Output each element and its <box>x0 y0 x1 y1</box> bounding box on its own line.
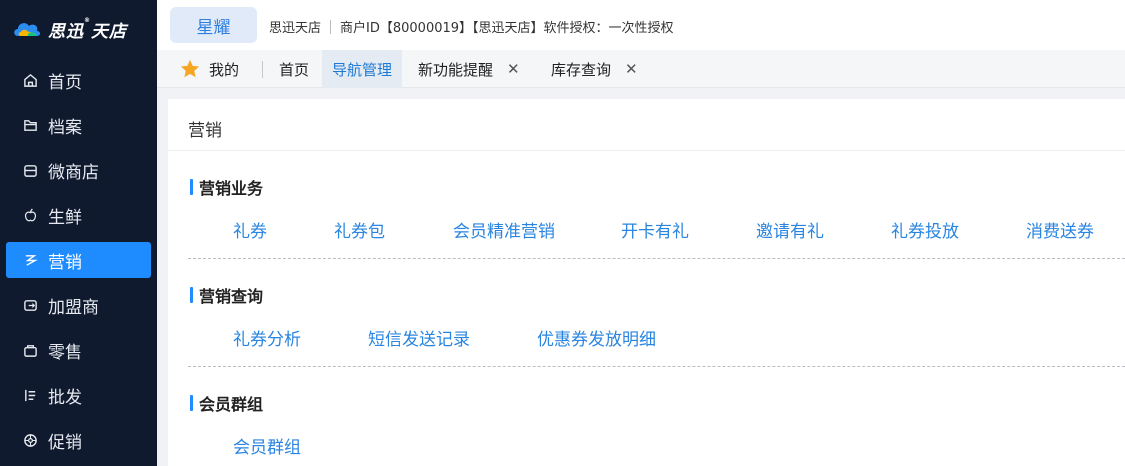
brand-tab[interactable]: 星耀 <box>170 7 257 43</box>
sidebar-item-label: 批发 <box>48 388 82 408</box>
folder-icon <box>22 118 38 134</box>
section-header-marketing-business: 营销业务 <box>190 175 263 199</box>
link-coupon-delivery[interactable]: 礼券投放 <box>891 217 959 242</box>
section-accent-bar <box>190 395 193 411</box>
promo-icon <box>22 433 38 449</box>
sidebar-nav: 首页 档案 微商店 生鲜 营销 加盟商 零售 批发 促销 <box>0 58 157 463</box>
sidebar-item-archive[interactable]: 档案 <box>0 103 157 148</box>
marketing-icon <box>22 252 38 268</box>
sidebar-item-label: 加盟商 <box>48 298 99 318</box>
tab-label: 我的 <box>209 60 240 79</box>
apple-icon <box>22 208 38 224</box>
shop-info: 思迅天店 商户ID【80000019】【思迅天店】软件授权：一次性授权 <box>269 17 674 36</box>
sidebar-item-label: 促销 <box>48 433 82 453</box>
divider <box>168 150 1125 151</box>
tab-label: 库存查询 <box>551 60 612 79</box>
logo-text-secondary: 天店 <box>91 21 127 42</box>
close-icon[interactable]: ✕ <box>625 60 638 78</box>
sidebar-item-microstore[interactable]: 微商店 <box>0 148 157 193</box>
section-header-marketing-query: 营销查询 <box>190 283 263 307</box>
section-accent-bar <box>190 179 193 195</box>
divider <box>262 61 263 78</box>
sidebar-item-label: 零售 <box>48 343 82 363</box>
section-divider <box>188 366 1125 367</box>
link-sms-records[interactable]: 短信发送记录 <box>368 325 470 350</box>
sidebar-item-franchise[interactable]: 加盟商 <box>0 283 157 328</box>
sidebar-item-label: 档案 <box>48 118 82 138</box>
section-title: 会员群组 <box>199 395 264 414</box>
home-icon <box>22 73 38 89</box>
link-spend-get-coupon[interactable]: 消费送券 <box>1026 217 1094 242</box>
logo-text-primary: 思迅 <box>48 21 84 42</box>
app-logo[interactable]: 思迅®天店 <box>12 14 127 44</box>
section-divider <box>188 258 1125 259</box>
tab-label: 首页 <box>279 60 310 79</box>
link-invite-gift[interactable]: 邀请有礼 <box>756 217 824 242</box>
tab-label: 新功能提醒 <box>418 60 494 79</box>
section-accent-bar <box>190 287 193 303</box>
link-member-precision-marketing[interactable]: 会员精准营销 <box>453 217 555 242</box>
main-panel: 营销 营销业务 礼券 礼券包 会员精准营销 开卡有礼 邀请有礼 礼券投放 消费送… <box>168 99 1125 466</box>
section-title: 营销业务 <box>199 179 264 198</box>
cloud-logo-icon <box>12 18 42 40</box>
sidebar-item-label: 首页 <box>48 73 82 93</box>
tab-label: 导航管理 <box>332 60 393 79</box>
link-coupon-pack[interactable]: 礼券包 <box>334 217 385 242</box>
sidebar-item-label: 生鲜 <box>48 208 82 228</box>
sidebar-item-label: 营销 <box>48 252 82 273</box>
bag-icon <box>22 343 38 359</box>
sidebar: 思迅®天店 首页 档案 微商店 生鲜 营销 加盟商 零售 批发 促销 <box>0 0 157 466</box>
tab-favorites[interactable]: 我的 <box>169 50 249 88</box>
merchant-info: 商户ID【80000019】【思迅天店】软件授权：一次性授权 <box>340 21 674 36</box>
link-card-gift[interactable]: 开卡有礼 <box>621 217 689 242</box>
shop-name: 思迅天店 <box>269 21 322 36</box>
sidebar-item-home[interactable]: 首页 <box>0 58 157 103</box>
sidebar-item-promotion[interactable]: 促销 <box>0 418 157 463</box>
tab-navigation-management[interactable]: 导航管理 <box>322 50 403 88</box>
section-title: 营销查询 <box>199 287 264 306</box>
top-header: 星耀 思迅天店 商户ID【80000019】【思迅天店】软件授权：一次性授权 <box>157 0 1125 50</box>
registered-mark: ® <box>84 16 91 24</box>
close-icon[interactable]: ✕ <box>507 60 520 78</box>
star-icon <box>179 58 201 80</box>
sidebar-item-marketing[interactable]: 营销 <box>6 242 151 278</box>
link-member-groups[interactable]: 会员群组 <box>233 433 301 458</box>
tab-inventory-query[interactable]: 库存查询 ✕ <box>541 50 648 88</box>
link-coupon-issue-details[interactable]: 优惠券发放明细 <box>537 325 656 350</box>
list-icon <box>22 388 38 404</box>
divider <box>330 19 332 34</box>
link-coupon-analysis[interactable]: 礼券分析 <box>233 325 301 350</box>
franchise-icon <box>22 298 38 314</box>
store-icon <box>22 163 38 179</box>
tab-home[interactable]: 首页 <box>269 50 319 88</box>
sidebar-item-retail[interactable]: 零售 <box>0 328 157 373</box>
page-title: 营销 <box>188 121 222 141</box>
sidebar-item-fresh[interactable]: 生鲜 <box>0 193 157 238</box>
tab-new-features[interactable]: 新功能提醒 ✕ <box>408 50 530 88</box>
tabs-bar: 我的 首页 导航管理 新功能提醒 ✕ 库存查询 ✕ <box>157 50 1125 88</box>
link-coupon[interactable]: 礼券 <box>233 217 267 242</box>
sidebar-item-label: 微商店 <box>48 163 99 183</box>
section-header-member-groups: 会员群组 <box>190 391 263 415</box>
sidebar-item-wholesale[interactable]: 批发 <box>0 373 157 418</box>
